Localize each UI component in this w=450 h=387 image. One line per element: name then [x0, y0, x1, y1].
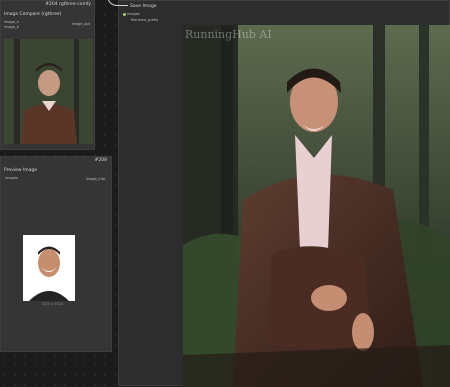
node-header: #208: [1, 157, 111, 164]
node-title: Preview Image: [1, 167, 111, 174]
node-title-text: Preview Image: [4, 168, 38, 173]
workflow-canvas[interactable]: #204 rgthree-comfy Image Compare (rgthre…: [0, 0, 450, 387]
node-badge: #208: [94, 158, 107, 163]
filename-prefix-label: filename_prefix: [131, 18, 159, 22]
input-b-label: image_b: [4, 25, 19, 29]
input-link-dot[interactable]: [123, 13, 126, 16]
node-title-text: Image Compare (rgthree): [4, 12, 62, 17]
preview-thumbnail[interactable]: [4, 39, 93, 144]
small-preview-svg: [23, 235, 75, 301]
watermark-text: RunningHub AI: [185, 28, 272, 41]
node-title: Save Image: [127, 3, 449, 10]
save-node-title: Save Image: [130, 4, 157, 9]
small-preview-image[interactable]: [23, 235, 75, 301]
node-header: #204 rgthree-comfy: [1, 1, 94, 8]
generated-image[interactable]: RunningHub AI: [183, 25, 450, 387]
node-title: Image Compare (rgthree): [1, 11, 94, 18]
preview-image-node[interactable]: #208 Preview Image images image_info 102…: [0, 156, 112, 352]
images-input-label: images: [127, 12, 140, 16]
image-compare-node[interactable]: #204 rgthree-comfy Image Compare (rgthre…: [0, 0, 95, 150]
input-a-label: image_a: [4, 20, 19, 24]
save-image-node[interactable]: Save Image images filename_prefix Runnin…: [107, 0, 450, 387]
mode-select[interactable]: image_opt: [72, 22, 90, 26]
node-badge: #204 rgthree-comfy: [45, 2, 91, 7]
preview-thumbnail-svg: [4, 39, 93, 144]
images-input-label: images: [5, 176, 18, 180]
thumb-caption: 1024 x 1024: [41, 302, 64, 306]
output-label: image_info: [85, 177, 105, 181]
generated-image-svg: [183, 25, 450, 387]
node-link-curve: [107, 0, 128, 6]
